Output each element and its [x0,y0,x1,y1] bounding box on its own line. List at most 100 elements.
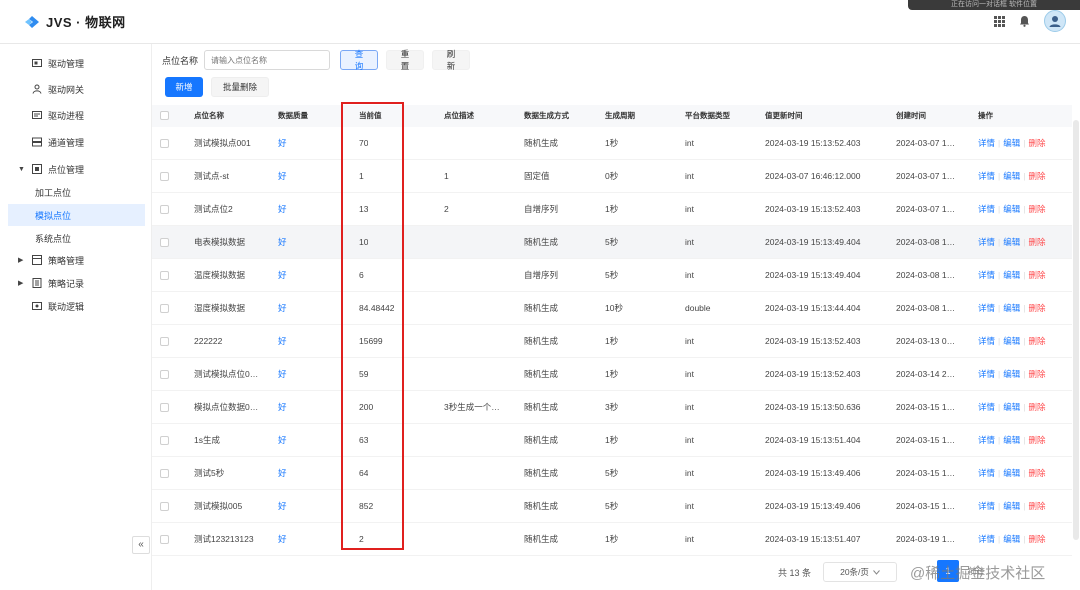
point-name-input[interactable] [204,50,331,70]
column-header[interactable]: 数据生成方式 [524,105,569,127]
edit-link[interactable]: 编辑 [1003,237,1020,247]
row-checkbox[interactable] [160,139,169,148]
delete-link[interactable]: 删除 [1028,534,1045,544]
bell-icon[interactable] [1019,15,1030,27]
row-checkbox[interactable] [160,205,169,214]
detail-link[interactable]: 详情 [978,237,995,247]
detail-link[interactable]: 详情 [978,468,995,478]
delete-link[interactable]: 删除 [1028,369,1045,379]
detail-link[interactable]: 详情 [978,534,995,544]
column-header[interactable]: 生成周期 [605,105,635,127]
edit-link[interactable]: 编辑 [1003,270,1020,280]
table-row[interactable]: 测试点-st 好 1 1 固定值 0秒 int 2024-03-07 16:46:12.000… [152,160,1072,193]
detail-link[interactable]: 详情 [978,171,995,181]
select-all-checkbox[interactable] [160,111,169,120]
table-row[interactable]: 222222 好 15699 随机生成 1秒 int 2024-03-19 15:13:52… [152,325,1072,358]
table-row[interactable]: 模拟点位数据0… 好 200 3秒生成一个… 随机生成 3秒 int 2024-03-19 1… [152,391,1072,424]
row-checkbox[interactable] [160,337,169,346]
delete-link[interactable]: 删除 [1028,435,1045,445]
add-button[interactable]: 新增 [165,77,203,97]
delete-link[interactable]: 删除 [1028,336,1045,346]
column-header[interactable]: 创建时间 [896,105,926,127]
table-row[interactable]: 湿度模拟数据好 84.48442 随机生成 10秒 double 2024-03-19 1… [152,292,1072,325]
edit-link[interactable]: 编辑 [1003,138,1020,148]
edit-link[interactable]: 编辑 [1003,303,1020,313]
delete-link[interactable]: 删除 [1028,501,1045,511]
column-header[interactable]: 值更新时间 [765,105,803,127]
apps-grid-icon[interactable] [994,15,1005,27]
sidebar-item-drive-process[interactable]: 驱动进程 [0,104,152,126]
page-size-select[interactable]: 20条/页 [823,562,898,582]
sidebar-item-simulated-points[interactable]: 模拟点位 [8,204,145,226]
batch-delete-button[interactable]: 批量删除 [211,77,269,97]
app-logo[interactable]: JVS · 物联网 [24,12,126,31]
reset-button[interactable]: 重置 [386,49,425,71]
edit-link[interactable]: 编辑 [1003,171,1020,181]
sidebar-item-drive-management[interactable]: 驱动管理 [0,52,152,74]
detail-link[interactable]: 详情 [978,435,995,445]
delete-link[interactable]: 删除 [1028,237,1045,247]
detail-link[interactable]: 详情 [978,402,995,412]
query-button[interactable]: 查询 [340,49,379,71]
detail-link[interactable]: 详情 [978,138,995,148]
row-checkbox[interactable] [160,535,169,544]
row-checkbox[interactable] [160,271,169,280]
delete-link[interactable]: 删除 [1028,204,1045,214]
table-scrollbar[interactable] [1073,120,1079,540]
edit-link[interactable]: 编辑 [1003,204,1020,214]
table-row[interactable]: 电表模拟数据好 10 随机生成 5秒 int 2024-03-19 15:13:49.40… [152,226,1072,259]
table-row[interactable]: 测试点位2 好 13 2 自增序列 1秒 int 2024-03-19 15:13:52.40… [152,193,1072,226]
sidebar-item-processed-points[interactable]: 加工点位 [0,181,152,203]
table-row[interactable]: 1s生成好 63 随机生成 1秒 int 2024-03-19 15:13:51.404 2… [152,424,1072,457]
edit-link[interactable]: 编辑 [1003,402,1020,412]
row-checkbox[interactable] [160,304,169,313]
column-header[interactable]: 点位描述 [444,105,474,127]
sidebar-item-linkage-logic[interactable]: 联动逻辑 [0,295,152,317]
delete-link[interactable]: 删除 [1028,468,1045,478]
user-avatar[interactable] [1044,10,1066,32]
table-row[interactable]: 测试模拟点位0… 好 59 随机生成 1秒 int 2024-03-19 15:13:52.… [152,358,1072,391]
row-checkbox[interactable] [160,403,169,412]
delete-link[interactable]: 删除 [1028,303,1045,313]
sidebar-item-strategy-records[interactable]: ▶ 策略记录 [0,272,152,294]
sidebar-item-drive-gateway[interactable]: 驱动网关 [0,78,152,100]
row-checkbox[interactable] [160,502,169,511]
table-row[interactable]: 测试123213123 好 2 随机生成 1秒 int 2024-03-19 15:13:5… [152,523,1072,556]
detail-link[interactable]: 详情 [978,270,995,280]
cell-data-type: double [685,303,711,313]
edit-link[interactable]: 编辑 [1003,435,1020,445]
edit-link[interactable]: 编辑 [1003,534,1020,544]
delete-link[interactable]: 删除 [1028,402,1045,412]
table-row[interactable]: 测试5秒好 64 随机生成 5秒 int 2024-03-19 15:13:49.406 2… [152,457,1072,490]
detail-link[interactable]: 详情 [978,303,995,313]
sidebar-item-system-points[interactable]: 系统点位 [0,227,152,249]
row-checkbox[interactable] [160,172,169,181]
edit-link[interactable]: 编辑 [1003,336,1020,346]
delete-link[interactable]: 删除 [1028,138,1045,148]
sidebar-item-point-management[interactable]: ▼ 点位管理 [0,158,152,180]
table-row[interactable]: 测试模拟点001 好 70 随机生成 1秒 int 2024-03-19 15:13:52.… [152,127,1072,160]
edit-link[interactable]: 编辑 [1003,501,1020,511]
column-header[interactable]: 平台数据类型 [685,105,730,127]
delete-link[interactable]: 删除 [1028,171,1045,181]
row-checkbox[interactable] [160,238,169,247]
edit-link[interactable]: 编辑 [1003,468,1020,478]
row-checkbox[interactable] [160,370,169,379]
detail-link[interactable]: 详情 [978,336,995,346]
column-header[interactable]: 数据质量 [278,105,308,127]
sidebar-item-strategy-management[interactable]: ▶ 策略管理 [0,249,152,271]
column-header[interactable]: 点位名称 [194,105,224,127]
sidebar-collapse-button[interactable]: « [132,536,150,554]
table-row[interactable]: 测试模拟005 好 852 随机生成 5秒 int 2024-03-19 15:13:49.… [152,490,1072,523]
detail-link[interactable]: 详情 [978,369,995,379]
detail-link[interactable]: 详情 [978,204,995,214]
row-checkbox[interactable] [160,469,169,478]
edit-link[interactable]: 编辑 [1003,369,1020,379]
delete-link[interactable]: 删除 [1028,270,1045,280]
table-row[interactable]: 温度模拟数据好 6 自增序列 5秒 int 2024-03-19 15:13:49.404… [152,259,1072,292]
refresh-button[interactable]: 刷新 [432,49,471,71]
sidebar-item-channel-management[interactable]: 通道管理 [0,131,152,153]
sidebar-item-label: 联动逻辑 [48,301,85,312]
row-checkbox[interactable] [160,436,169,445]
detail-link[interactable]: 详情 [978,501,995,511]
